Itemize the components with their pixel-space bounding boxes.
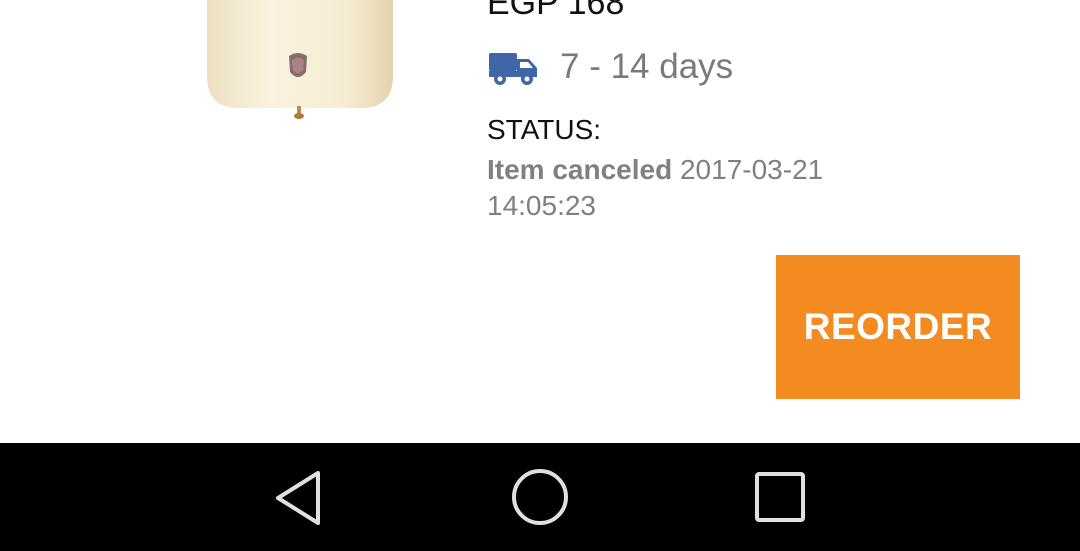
delivery-estimate: 7 - 14 days	[487, 43, 733, 91]
water-heater-image	[207, 0, 393, 119]
back-button[interactable]	[270, 468, 330, 528]
back-triangle-icon	[276, 471, 320, 525]
status-label: STATUS:	[487, 114, 602, 145]
home-circle-icon	[512, 469, 568, 525]
reorder-button[interactable]: REORDER	[776, 255, 1020, 399]
home-button[interactable]	[510, 468, 570, 528]
recent-apps-square-icon	[755, 472, 805, 522]
product-price: EGP 168	[487, 0, 625, 22]
truck-icon	[487, 47, 541, 87]
status-state: Item canceled	[487, 154, 673, 185]
system-nav-bar	[0, 443, 1080, 551]
order-item-screen: EGP 168 7 - 14 days STATUS: Item cancele…	[0, 0, 1080, 551]
product-image	[195, 0, 415, 130]
delivery-time: 7 - 14 days	[560, 47, 734, 86]
status-value: Item canceled 2017-03-21 14:05:23	[487, 152, 867, 224]
recent-apps-button[interactable]	[750, 468, 810, 528]
